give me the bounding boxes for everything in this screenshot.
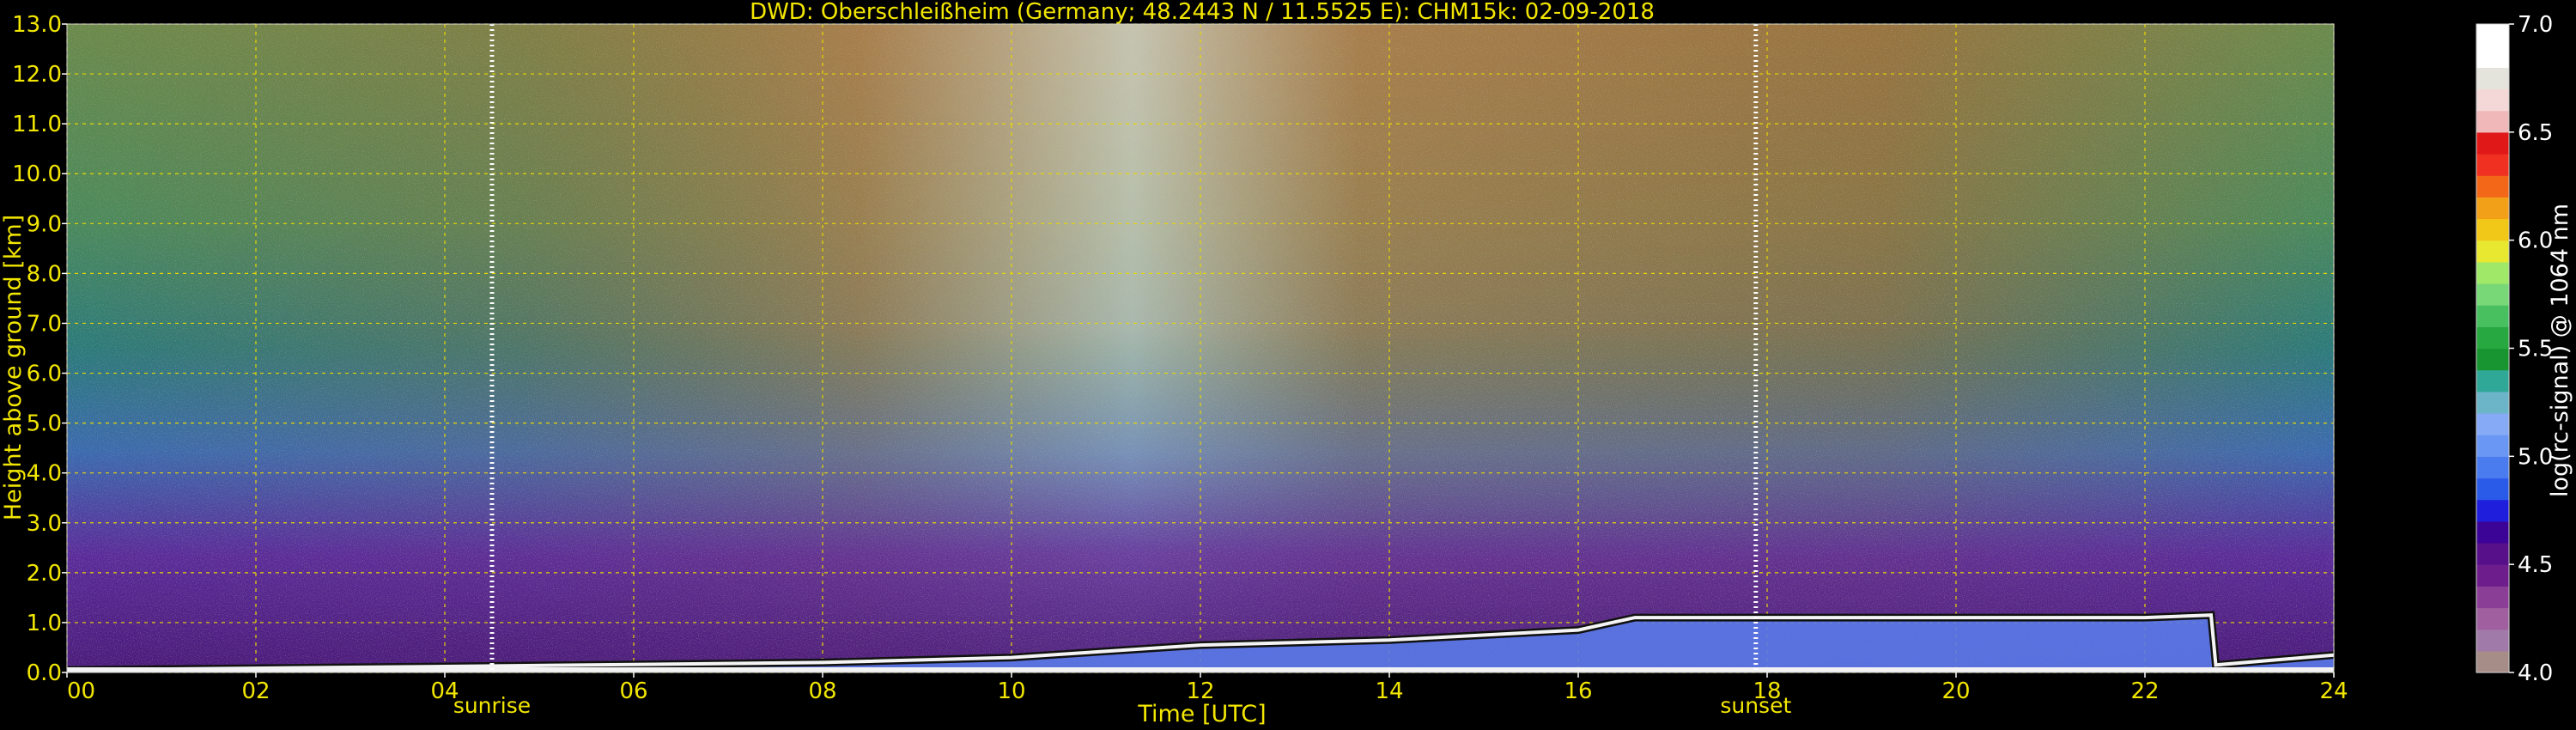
colorbar-segment bbox=[2476, 283, 2509, 306]
colorbar-segment bbox=[2476, 607, 2509, 630]
colorbar: 4.04.55.05.56.06.57.0 bbox=[2476, 12, 2553, 686]
x-axis-ticks: 00 02 04 06 08 10 12 14 16 18 20 22 24 bbox=[66, 672, 2348, 704]
colorbar-segment bbox=[2476, 456, 2509, 479]
y-tick-label: 3.0 bbox=[27, 511, 62, 537]
colorbar-segment bbox=[2476, 24, 2509, 46]
colorbar-segment bbox=[2476, 586, 2509, 609]
x-tick-label: 20 bbox=[1941, 678, 1970, 704]
colorbar-segment bbox=[2476, 88, 2509, 112]
x-tick-label: 16 bbox=[1564, 678, 1592, 704]
y-tick-label: 6.0 bbox=[27, 362, 62, 387]
colorbar-segment bbox=[2476, 520, 2509, 544]
ground-signal bbox=[67, 667, 2334, 672]
colorbar-segment bbox=[2476, 650, 2509, 673]
y-tick-label: 12.0 bbox=[12, 62, 62, 88]
colorbar-segment bbox=[2476, 46, 2509, 68]
colorbar-segment bbox=[2476, 131, 2509, 155]
colorbar-segment bbox=[2476, 629, 2509, 652]
colorbar-segment bbox=[2476, 391, 2509, 414]
colorbar-segment bbox=[2476, 348, 2509, 371]
colorbar-tick-label: 7.0 bbox=[2518, 12, 2553, 38]
x-tick-label: 24 bbox=[2319, 678, 2348, 704]
plot-area bbox=[66, 23, 2335, 674]
sunrise-label: sunrise bbox=[453, 693, 531, 718]
colorbar-tick-label: 6.5 bbox=[2518, 120, 2553, 146]
colorbar-segment bbox=[2476, 543, 2509, 565]
colorbar-segment bbox=[2476, 218, 2509, 241]
x-tick-label: 06 bbox=[619, 678, 647, 704]
colorbar-segment bbox=[2476, 110, 2509, 133]
colorbar-segment bbox=[2476, 499, 2509, 522]
colorbar-segment bbox=[2476, 154, 2509, 176]
colorbar-segment bbox=[2476, 478, 2509, 501]
y-tick-label: 4.0 bbox=[27, 461, 62, 487]
y-tick-label: 1.0 bbox=[27, 611, 62, 636]
colorbar-tick-label: 4.0 bbox=[2518, 660, 2553, 686]
colorbar-segment bbox=[2476, 305, 2509, 327]
ceilometer-chart: 00 02 04 06 08 10 12 14 16 18 20 22 24 0.01.02.03.04… bbox=[0, 0, 2573, 727]
colorbar-segment bbox=[2476, 261, 2509, 284]
x-tick-label: 14 bbox=[1375, 678, 1403, 704]
colorbar-segment bbox=[2476, 197, 2509, 220]
y-tick-label: 0.0 bbox=[27, 660, 62, 686]
x-tick-label: 00 bbox=[67, 678, 95, 704]
y-tick-label: 5.0 bbox=[27, 411, 62, 437]
y-tick-label: 11.0 bbox=[12, 112, 62, 137]
y-tick-label: 13.0 bbox=[12, 12, 62, 38]
y-tick-label: 7.0 bbox=[27, 311, 62, 337]
y-tick-label: 9.0 bbox=[27, 211, 62, 237]
colorbar-segment bbox=[2476, 326, 2509, 350]
colorbar-segment bbox=[2476, 67, 2509, 90]
colorbar-segment bbox=[2476, 435, 2509, 457]
x-axis-label: Time [UTC] bbox=[1137, 701, 1266, 727]
y-tick-label: 10.0 bbox=[12, 161, 62, 187]
sunset-label: sunset bbox=[1720, 693, 1791, 718]
x-tick-label: 10 bbox=[997, 678, 1025, 704]
y-tick-label: 8.0 bbox=[27, 261, 62, 287]
y-axis-label: Height above ground [km] bbox=[0, 215, 27, 520]
colorbar-tick-label: 4.5 bbox=[2518, 552, 2553, 578]
x-tick-label: 08 bbox=[808, 678, 836, 704]
x-tick-label: 02 bbox=[241, 678, 270, 704]
colorbar-segment bbox=[2476, 369, 2509, 392]
y-tick-label: 2.0 bbox=[27, 561, 62, 587]
colorbar-segment bbox=[2476, 564, 2509, 587]
colorbar-label: log(rc-signal) @ 1064 nm bbox=[2547, 204, 2573, 497]
x-tick-label: 22 bbox=[2130, 678, 2159, 704]
colorbar-segment bbox=[2476, 240, 2509, 263]
colorbar-segment bbox=[2476, 413, 2509, 435]
chart-title: DWD: Oberschleißheim (Germany; 48.2443 N… bbox=[750, 0, 1655, 25]
colorbar-segment bbox=[2476, 175, 2509, 198]
